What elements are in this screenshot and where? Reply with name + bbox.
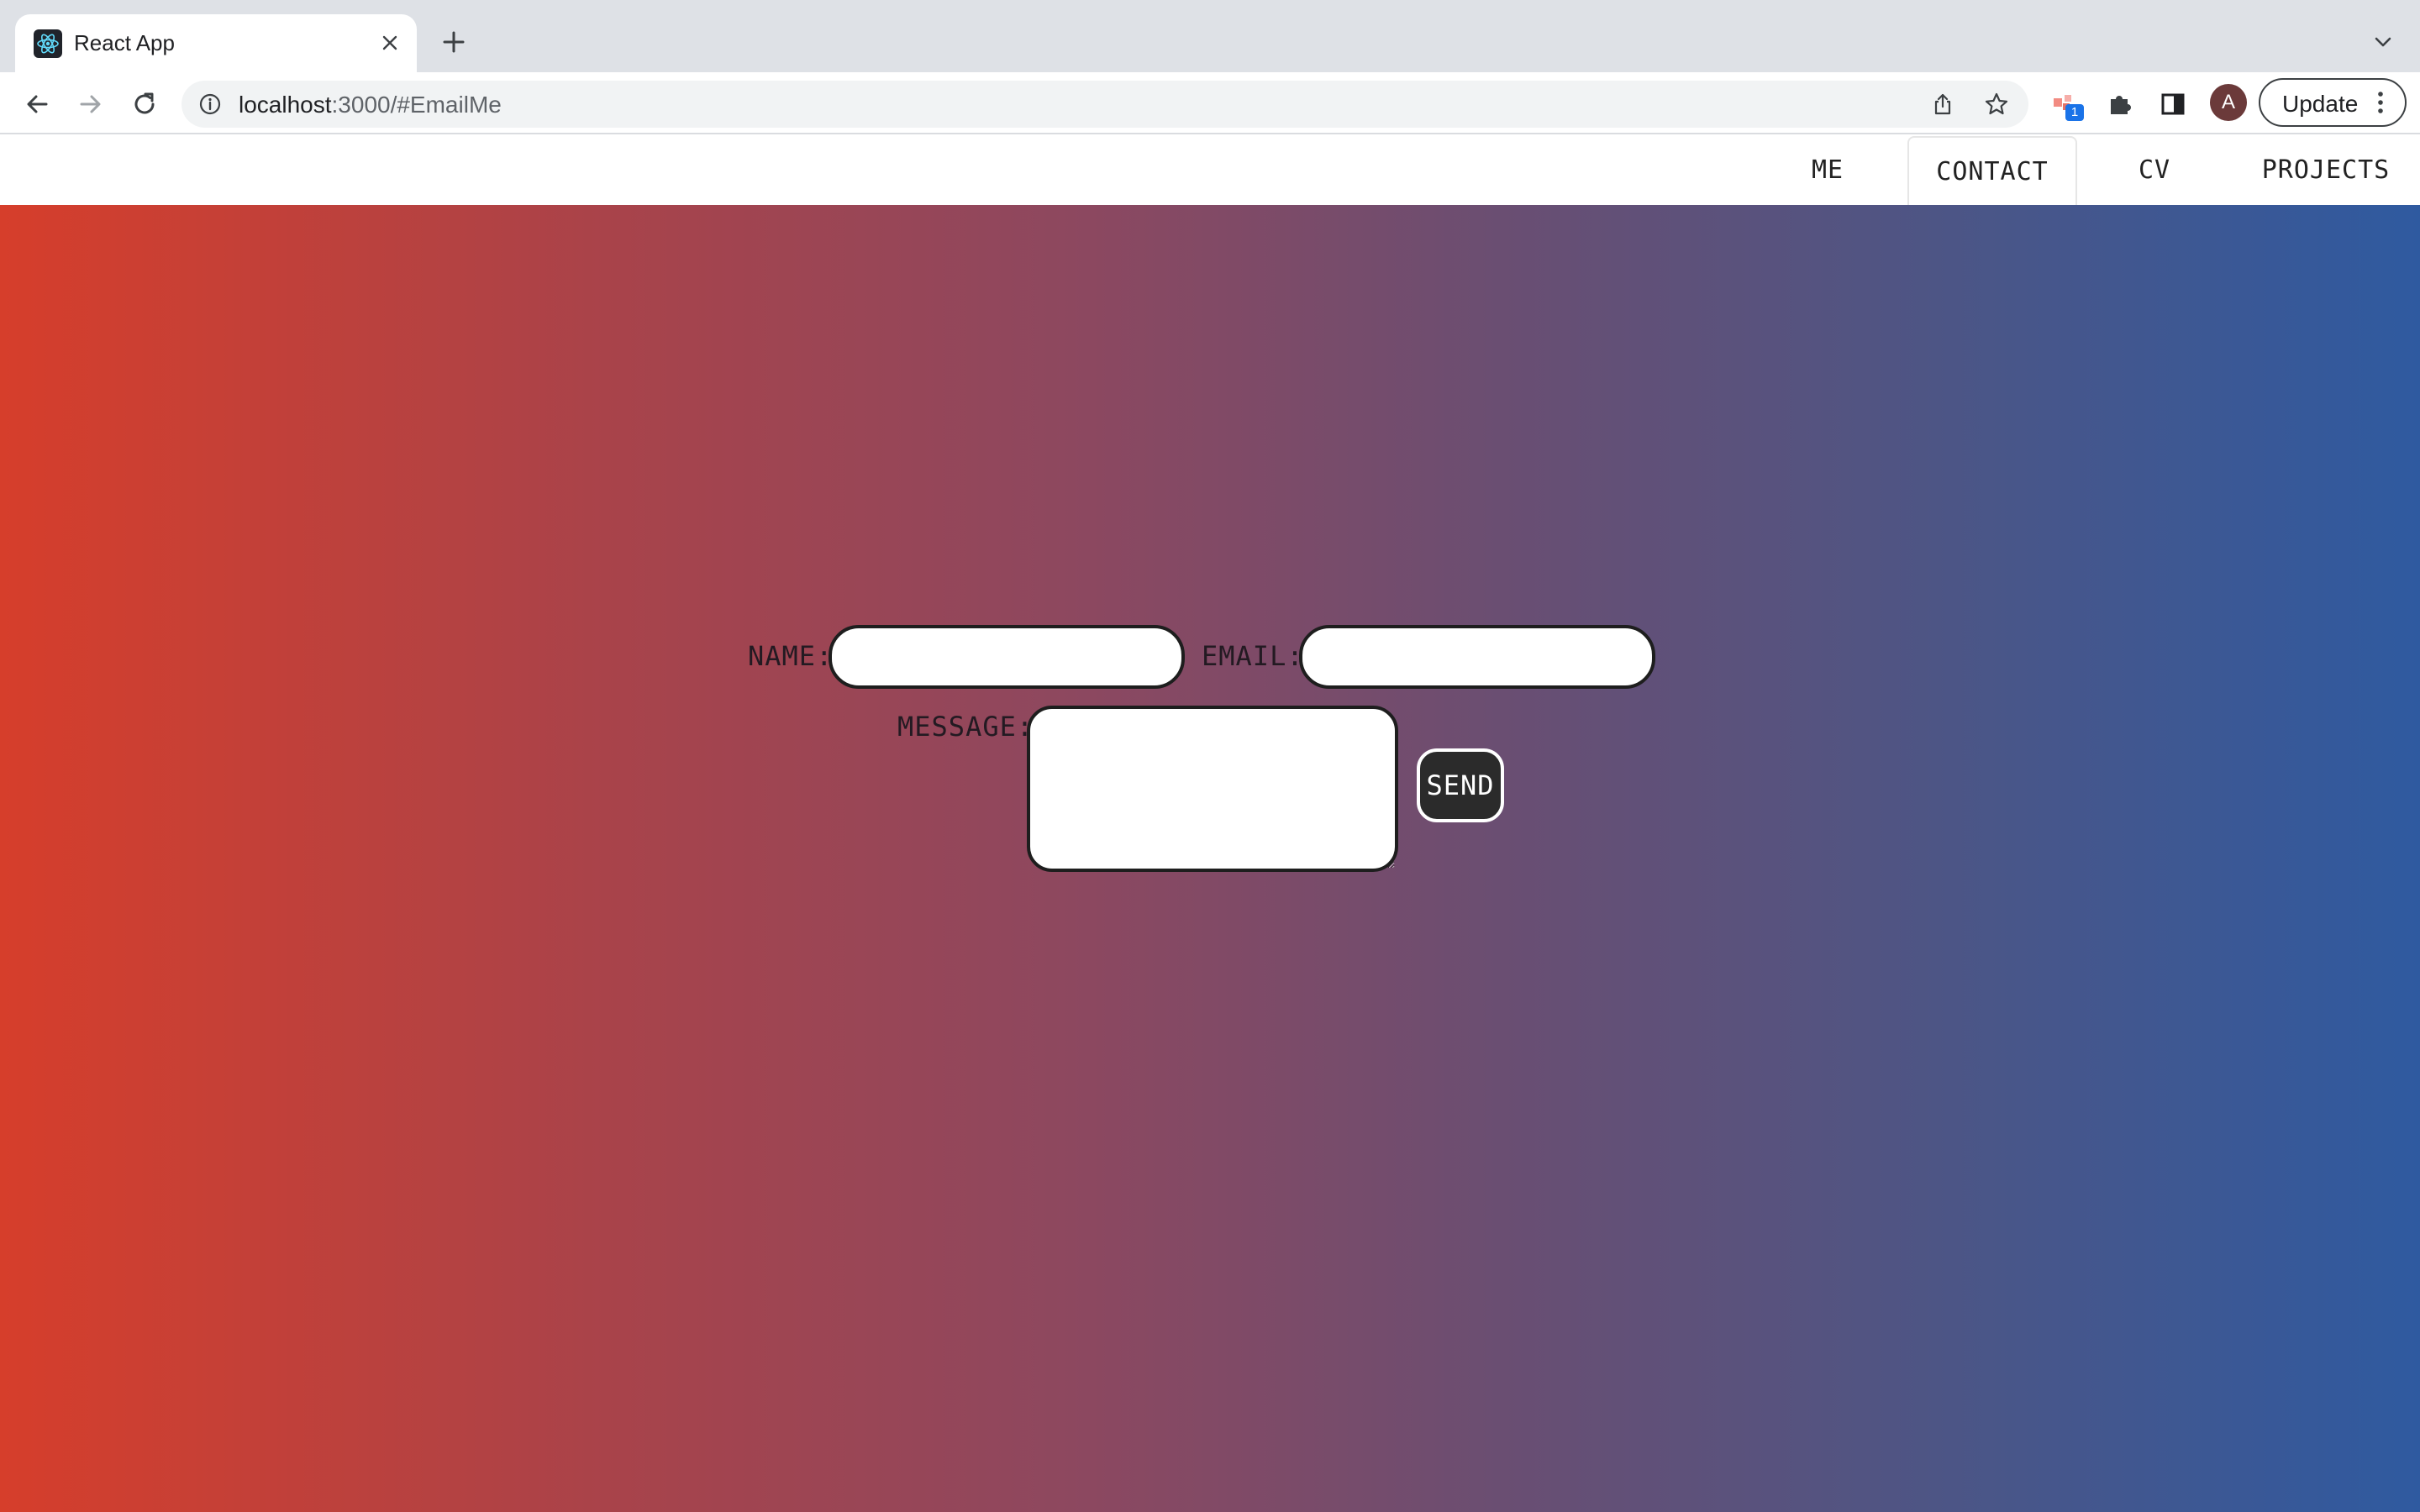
tab-title: React App — [74, 30, 175, 55]
nav-item-me[interactable]: ME — [1780, 134, 1876, 205]
more-vertical-icon[interactable] — [2368, 90, 2393, 115]
update-button[interactable]: Update — [2259, 78, 2407, 127]
browser-tabstrip: React App — [0, 0, 2420, 72]
browser-tab[interactable]: React App — [15, 14, 417, 72]
puzzle-piece-icon[interactable] — [2101, 86, 2138, 123]
name-input[interactable] — [829, 625, 1185, 689]
url-path: :3000/#EmailMe — [331, 92, 502, 118]
browser-toolbar: localhost:3000/#EmailMe 1 — [0, 72, 2420, 134]
url-text[interactable]: localhost:3000/#EmailMe — [239, 92, 502, 118]
extension-badge: 1 — [2065, 104, 2084, 121]
nav-item-contact[interactable]: CONTACT — [1907, 136, 2077, 205]
extension-icon[interactable]: 1 — [2047, 86, 2084, 123]
forward-arrow-icon[interactable] — [72, 86, 109, 123]
email-input[interactable] — [1299, 625, 1655, 689]
chevron-down-icon[interactable] — [2368, 27, 2398, 57]
address-bar[interactable]: localhost:3000/#EmailMe — [182, 81, 2028, 128]
email-label: EMAIL: — [1202, 640, 1304, 672]
react-logo-icon — [34, 29, 62, 58]
name-label: NAME: — [748, 640, 834, 672]
back-arrow-icon[interactable] — [18, 86, 55, 123]
message-textarea[interactable] — [1027, 706, 1398, 872]
message-label: MESSAGE: — [897, 711, 1034, 743]
site-navbar: ME CONTACT CV PROJECTS — [0, 134, 2420, 205]
reload-icon[interactable] — [126, 86, 163, 123]
url-host: localhost — [239, 92, 332, 118]
new-tab-plus-icon[interactable] — [437, 25, 471, 59]
profile-avatar[interactable]: A — [2210, 84, 2247, 121]
update-label: Update — [2282, 91, 2359, 117]
share-icon[interactable] — [1928, 89, 1958, 119]
side-panel-icon[interactable] — [2154, 86, 2191, 123]
send-button[interactable]: SEND — [1417, 748, 1504, 822]
info-icon[interactable] — [197, 91, 224, 118]
nav-item-cv[interactable]: CV — [2111, 134, 2198, 205]
close-icon[interactable] — [375, 28, 405, 58]
bookmark-star-icon[interactable] — [1981, 89, 2012, 119]
nav-item-projects[interactable]: PROJECTS — [2242, 134, 2410, 205]
